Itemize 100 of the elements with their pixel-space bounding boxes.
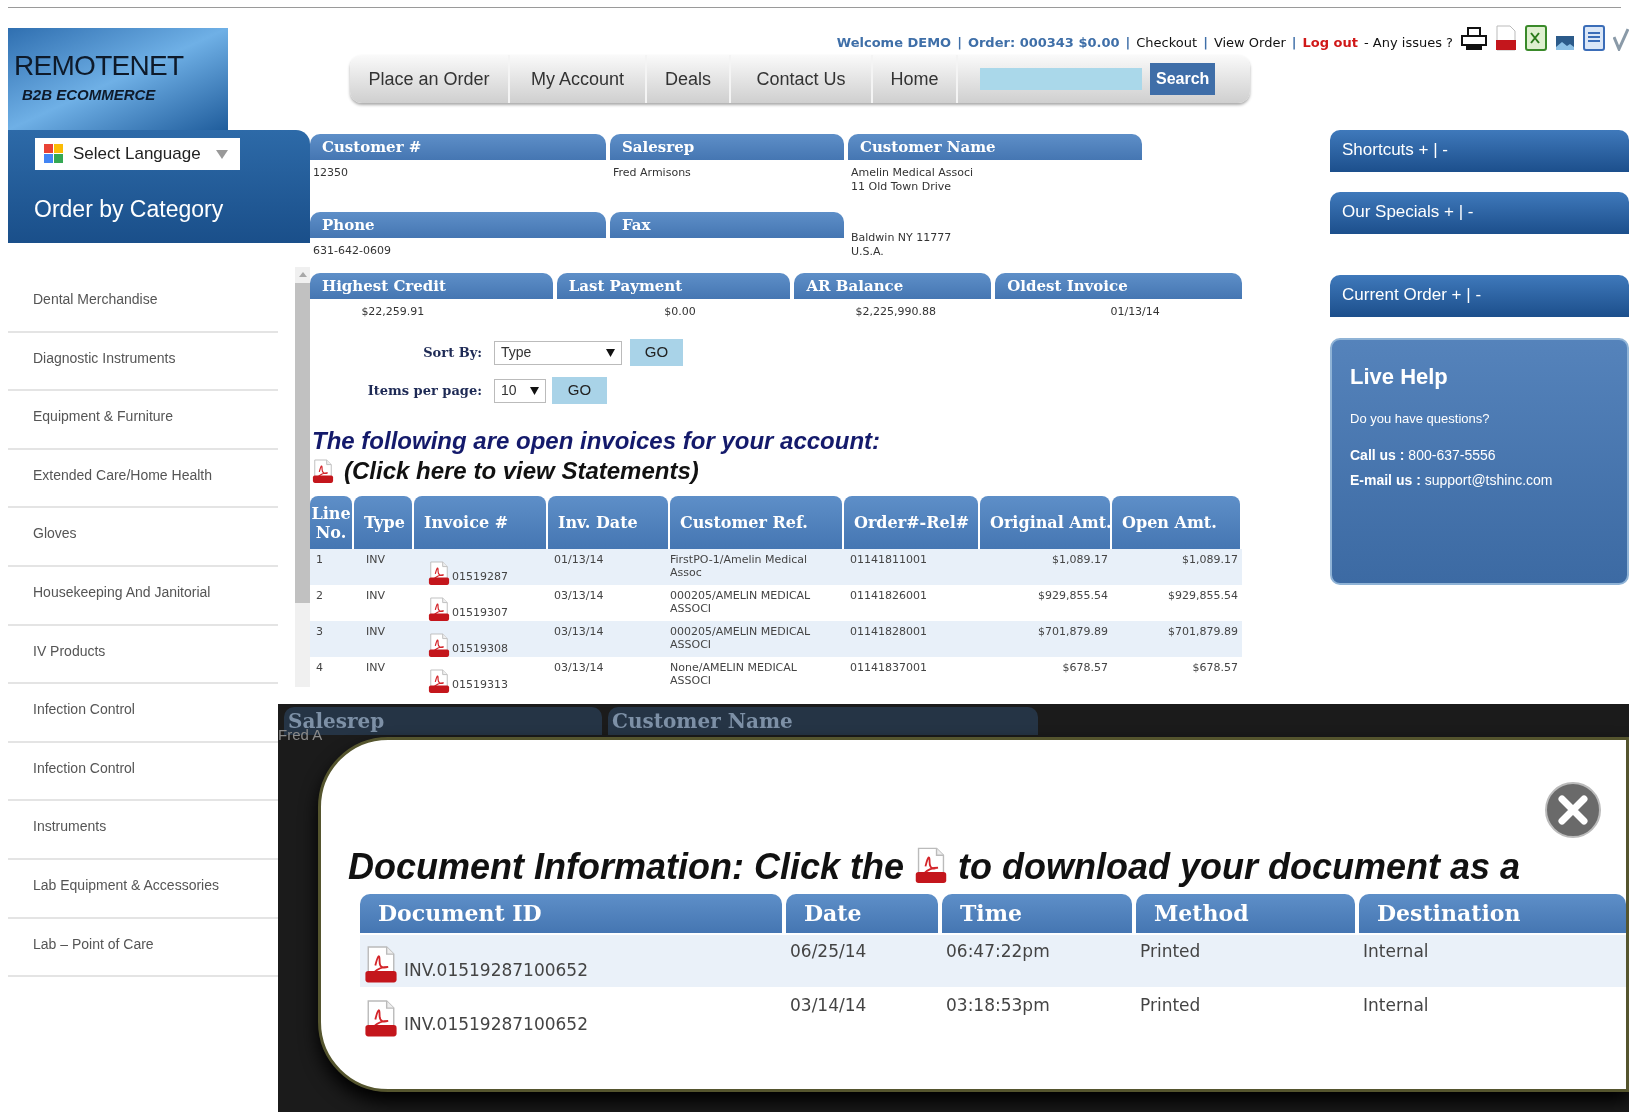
column-header[interactable]: Document ID xyxy=(360,894,782,933)
field-value: U.S.A. xyxy=(850,245,885,259)
nav-tab[interactable]: Contact Us xyxy=(731,55,873,103)
table-cell-text: $929,855.54 xyxy=(1167,588,1239,604)
panel-header[interactable]: Our Specials + | - xyxy=(1330,192,1629,234)
checkmark-icon[interactable] xyxy=(1613,27,1629,51)
live-help-question: Do you have questions? xyxy=(1350,410,1491,428)
scrollbar-thumb[interactable] xyxy=(295,283,310,603)
language-selector[interactable]: Select Language xyxy=(35,138,240,170)
field-value: 631-642-0609 xyxy=(312,244,392,258)
invoice-link[interactable]: 01519287 xyxy=(452,566,508,585)
category-item[interactable]: Extended Care/Home Health xyxy=(8,449,278,509)
category-item[interactable]: Gloves xyxy=(8,508,278,567)
column-header[interactable]: Original Amt. xyxy=(980,496,1110,549)
column-header[interactable]: Destination xyxy=(1359,894,1626,933)
table-cell-text: Printed xyxy=(1139,940,1202,963)
field-value: 11 Old Town Drive xyxy=(850,180,953,194)
printer-icon[interactable] xyxy=(1461,27,1487,51)
column-header[interactable]: Time xyxy=(942,894,1132,933)
pdf-icon[interactable] xyxy=(428,561,450,585)
field-value: 01/13/14 xyxy=(1109,305,1161,319)
table-cell-text: None/AMELIN MEDICAL ASSOCI xyxy=(670,660,798,689)
invoice-link[interactable]: 01519308 xyxy=(452,638,508,657)
field-value: $22,259.91 xyxy=(360,305,426,319)
category-item[interactable]: Dental Merchandise xyxy=(8,274,278,333)
column-header[interactable]: Type xyxy=(354,496,412,549)
document-icon[interactable] xyxy=(1583,25,1605,51)
modal-title: to download your document as a xyxy=(958,845,1521,889)
sidebar-title: Order by Category xyxy=(34,195,225,224)
pdf-icon[interactable] xyxy=(364,999,398,1037)
dropdown-arrow-icon xyxy=(530,386,539,395)
pdf-icon[interactable] xyxy=(312,459,334,483)
column-header[interactable]: Line No. xyxy=(310,496,352,549)
field-value: Baldwin NY 11777 xyxy=(850,231,953,245)
nav-tab[interactable]: Place an Order xyxy=(350,55,510,103)
table-cell-text: $1,089.17 xyxy=(1051,552,1109,568)
close-icon[interactable] xyxy=(1544,781,1602,839)
table-cell-text: 03:18:53pm xyxy=(945,994,1051,1017)
field-header: Customer Name xyxy=(848,134,1142,160)
sort-label: Sort By: xyxy=(422,343,482,362)
header-link[interactable]: Checkout xyxy=(1136,32,1198,52)
items-per-page-select[interactable]: 10 xyxy=(494,378,546,403)
spreadsheet-icon[interactable] xyxy=(1525,25,1547,51)
separator: | xyxy=(1291,33,1297,52)
account-link[interactable]: Welcome DEMO xyxy=(836,32,952,52)
go-button[interactable]: GO xyxy=(630,339,683,366)
invoice-link[interactable]: 01519307 xyxy=(452,602,508,621)
search-button[interactable]: Search xyxy=(1150,63,1216,95)
invoice-link[interactable]: 01519313 xyxy=(452,674,508,693)
category-item[interactable]: Diagnostic Instruments xyxy=(8,332,278,392)
table-cell-text: 2 xyxy=(315,588,324,604)
contact-line: Call us : 800-637-5556 xyxy=(1350,445,1497,465)
column-header[interactable]: Open Amt. xyxy=(1112,496,1240,549)
panel-header[interactable]: Current Order + | - xyxy=(1330,275,1629,317)
image-icon[interactable] xyxy=(1555,35,1575,51)
column-header[interactable]: Inv. Date xyxy=(548,496,668,549)
table-cell-text: 01141826001 xyxy=(849,588,928,604)
column-header[interactable]: Date xyxy=(786,894,938,933)
nav-tab[interactable]: Deals xyxy=(647,55,731,103)
column-header[interactable]: Customer Ref. xyxy=(670,496,842,549)
pdf-icon[interactable] xyxy=(428,597,450,621)
pdf-icon[interactable] xyxy=(428,633,450,657)
table-cell-text: $678.57 xyxy=(1191,660,1239,676)
column-header[interactable]: Invoice # xyxy=(414,496,546,549)
table-cell-text: 3 xyxy=(315,624,324,640)
logo-subtitle: B2B ECOMMERCE xyxy=(21,84,157,105)
account-link[interactable]: Order: 000343 $0.00 xyxy=(967,32,1120,52)
table-cell-text: $678.57 xyxy=(1061,660,1109,676)
column-header[interactable]: Method xyxy=(1136,894,1355,933)
nav-tab[interactable]: My Account xyxy=(510,55,647,103)
invoices-heading: The following are open invoices for your account: xyxy=(312,426,882,456)
table-cell-text: 01141837001 xyxy=(849,660,928,676)
sort-select[interactable]: Type xyxy=(494,340,622,365)
pdf-icon[interactable] xyxy=(428,669,450,693)
items-per-page-label: Items per page: xyxy=(366,381,482,400)
document-link[interactable]: INV.01519287100652 xyxy=(404,1011,588,1037)
document-link[interactable]: INV.01519287100652 xyxy=(404,957,588,983)
column-header[interactable]: Order#-Rel# xyxy=(844,496,978,549)
panel-header[interactable]: Shortcuts + | - xyxy=(1330,130,1629,172)
field-value: $0.00 xyxy=(663,305,697,319)
field-value: Fred Armisons xyxy=(612,166,692,180)
logo-title: REMOTENET xyxy=(14,51,185,80)
category-item[interactable]: IV Products xyxy=(8,625,278,685)
dropdown-arrow-icon xyxy=(606,348,615,357)
statements-link[interactable]: (Click here to view Statements) xyxy=(344,456,699,486)
pdf-icon[interactable] xyxy=(1495,25,1517,51)
category-item[interactable]: Equipment & Furniture xyxy=(8,391,278,450)
category-item[interactable]: Housekeeping And Janitorial xyxy=(8,566,278,626)
pdf-icon[interactable] xyxy=(364,945,398,983)
table-cell-text: 01/13/14 xyxy=(553,552,605,568)
search-field[interactable] xyxy=(980,68,1142,90)
nav-tab[interactable]: Home xyxy=(873,55,958,103)
table-cell-text: FirstPO-1/Amelin Medical Assoc xyxy=(670,552,809,581)
table-cell-text: 000205/AMELIN MEDICAL ASSOCI xyxy=(670,624,812,653)
logout-link[interactable]: Log out xyxy=(1302,32,1358,52)
go-button[interactable]: GO xyxy=(552,377,607,404)
pdf-icon[interactable] xyxy=(914,847,949,883)
header-link[interactable]: View Order xyxy=(1213,32,1286,52)
scrollbar[interactable] xyxy=(295,267,310,687)
table-cell-text: 06/25/14 xyxy=(789,940,868,963)
